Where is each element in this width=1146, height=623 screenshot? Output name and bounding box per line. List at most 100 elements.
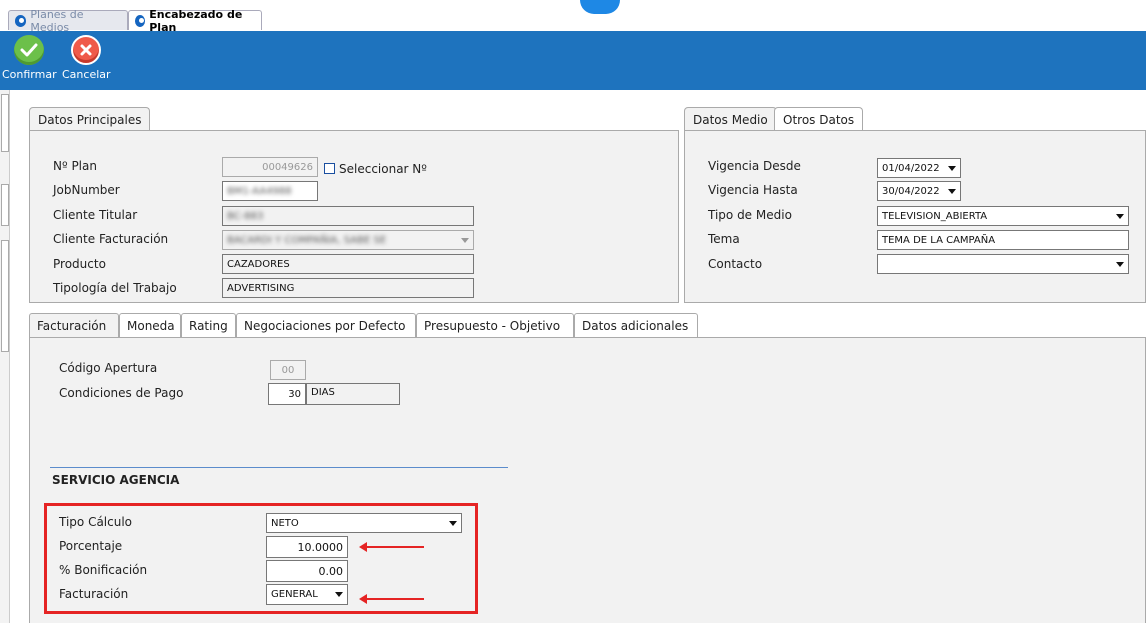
check-icon [14, 35, 45, 65]
porcentaje-value: 10.0000 [297, 540, 344, 554]
tab-label: Moneda [127, 318, 175, 333]
vigencia-desde-datepicker[interactable]: 01/04/2022 [877, 158, 961, 178]
plan-number-field[interactable]: 00049626 [222, 157, 318, 177]
jobnumber-label: JobNumber [53, 183, 120, 197]
condiciones-pago-days-value: 30 [288, 388, 301, 400]
cliente-titular-label: Cliente Titular [53, 208, 138, 222]
close-icon [71, 35, 102, 65]
chevron-down-icon [1114, 210, 1126, 222]
select-number-label: Seleccionar Nº [339, 162, 427, 176]
chevron-down-icon [333, 588, 345, 600]
side-handle[interactable] [1, 240, 9, 352]
tipo-calculo-value: NETO [271, 517, 299, 529]
chevron-down-icon [946, 185, 958, 197]
tema-value: TEMA DE LA CAMPAÑA [882, 234, 996, 246]
codigo-apertura-value: 00 [281, 364, 295, 376]
vigencia-desde-label: Vigencia Desde [708, 159, 801, 173]
tipo-calculo-select[interactable]: NETO [266, 513, 462, 533]
condiciones-pago-label: Condiciones de Pago [59, 386, 184, 400]
side-collapse-bar [0, 90, 10, 623]
tab-label: Otros Datos [783, 112, 855, 127]
side-handle[interactable] [1, 94, 9, 152]
red-arrow-icon [359, 594, 424, 604]
tab-planes-de-medios[interactable]: Planes de Medios [8, 8, 128, 34]
confirm-button[interactable]: Confirmar [2, 35, 57, 81]
tipo-medio-label: Tipo de Medio [708, 208, 792, 222]
chevron-down-icon [946, 162, 958, 174]
cliente-titular-field[interactable]: BC-883 [222, 206, 474, 226]
window-tab-strip: Planes de Medios Encabezado de Plan [0, 0, 1146, 34]
confirm-label: Confirmar [2, 68, 57, 81]
facturacion-value: GENERAL [271, 589, 318, 600]
contacto-select[interactable] [877, 254, 1129, 274]
select-number-checkbox[interactable] [324, 163, 335, 174]
producto-value: CAZADORES [227, 258, 290, 270]
tab-datos-medio[interactable]: Datos Medio [684, 107, 777, 131]
porcentaje-field[interactable]: 10.0000 [266, 536, 348, 558]
bonificacion-label: % Bonificación [59, 563, 148, 577]
tab-rating[interactable]: Rating [181, 313, 236, 337]
chevron-down-icon [1114, 258, 1126, 270]
tab-label: Facturación [37, 319, 107, 333]
tab-encabezado-de-plan[interactable]: Encabezado de Plan [128, 8, 262, 34]
tipologia-label: Tipología del Trabajo [53, 281, 177, 295]
codigo-apertura-field[interactable]: 00 [270, 360, 306, 380]
chevron-down-icon [447, 517, 459, 529]
contacto-label: Contacto [708, 257, 763, 271]
bonificacion-value: 0.00 [318, 564, 344, 578]
tab-datos-principales[interactable]: Datos Principales [29, 107, 151, 131]
cliente-facturacion-select[interactable]: BACARDI Y COMPAÑIA, SABE SE [222, 230, 474, 250]
tab-label: Planes de Medios [30, 7, 84, 34]
app-icon [15, 14, 27, 27]
porcentaje-label: Porcentaje [59, 539, 123, 553]
tipologia-value: ADVERTISING [227, 282, 295, 294]
producto-field[interactable]: CAZADORES [222, 254, 474, 274]
codigo-apertura-label: Código Apertura [59, 361, 158, 375]
tab-datos-adicionales[interactable]: Datos adicionales [574, 313, 698, 337]
chevron-down-icon [459, 234, 471, 246]
tab-facturacion[interactable]: Facturación [29, 313, 119, 338]
bonificacion-field[interactable]: 0.00 [266, 560, 348, 582]
condiciones-pago-days-field[interactable]: 30 [268, 383, 306, 405]
tab-label: Encabezado de Plan [149, 7, 243, 34]
cliente-titular-value: BC-883 [227, 210, 264, 222]
condiciones-pago-unit-field: DIAS [306, 383, 400, 405]
side-handle[interactable] [1, 184, 9, 226]
app-icon [135, 14, 146, 27]
cliente-facturacion-label: Cliente Facturación [53, 232, 169, 246]
cliente-facturacion-value: BACARDI Y COMPAÑIA, SABE SE [227, 234, 387, 246]
tema-label: Tema [708, 232, 740, 246]
vigencia-hasta-value: 30/04/2022 [882, 185, 940, 197]
jobnumber-field[interactable]: BM1-AA4988 [222, 181, 318, 201]
tab-label: Datos Medio [693, 112, 768, 127]
plan-label: Nº Plan [53, 159, 97, 173]
tipo-medio-select[interactable]: TELEVISION_ABIERTA [877, 206, 1129, 226]
section-divider [50, 467, 508, 468]
tema-field[interactable]: TEMA DE LA CAMPAÑA [877, 230, 1129, 250]
condiciones-pago-unit-value: DIAS [311, 387, 335, 398]
cancel-button[interactable]: Cancelar [62, 35, 111, 81]
jobnumber-value: BM1-AA4988 [227, 185, 292, 197]
tipo-medio-value: TELEVISION_ABIERTA [882, 210, 988, 222]
cancel-label: Cancelar [62, 68, 111, 81]
vigencia-hasta-label: Vigencia Hasta [708, 183, 798, 197]
tab-label: Rating [189, 318, 228, 333]
tab-otros-datos[interactable]: Otros Datos [774, 107, 864, 131]
facturacion-select[interactable]: GENERAL [266, 584, 348, 605]
red-arrow-icon [359, 542, 424, 552]
tipo-calculo-label: Tipo Cálculo [59, 515, 133, 529]
tab-moneda[interactable]: Moneda [119, 313, 181, 337]
servicio-agencia-title: SERVICIO AGENCIA [52, 473, 180, 487]
tipologia-field[interactable]: ADVERTISING [222, 278, 474, 298]
toolbar: Confirmar Cancelar [0, 31, 1146, 90]
tab-label: Datos adicionales [582, 318, 689, 333]
tab-presupuesto-objetivo[interactable]: Presupuesto - Objetivo [416, 313, 574, 337]
tab-label: Datos Principales [38, 112, 142, 127]
facturacion-label: Facturación [59, 587, 129, 601]
vigencia-desde-value: 01/04/2022 [882, 162, 940, 174]
producto-label: Producto [53, 257, 106, 271]
plan-number-value: 00049626 [262, 161, 313, 173]
vigencia-hasta-datepicker[interactable]: 30/04/2022 [877, 181, 961, 201]
tab-label: Negociaciones por Defecto [244, 318, 406, 333]
tab-negociaciones[interactable]: Negociaciones por Defecto [236, 313, 416, 337]
